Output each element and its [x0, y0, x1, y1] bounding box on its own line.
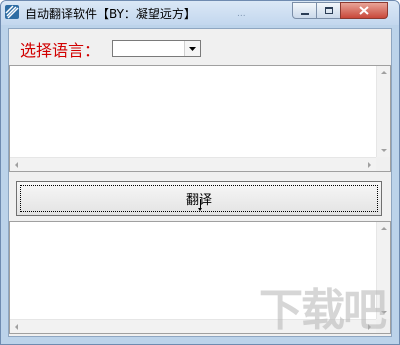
title-faint-text: ...: [237, 9, 246, 19]
scroll-right-icon[interactable]: [368, 162, 371, 168]
source-text-input[interactable]: [9, 65, 391, 172]
source-vertical-scrollbar[interactable]: [376, 66, 390, 157]
translate-button[interactable]: 翻译: [16, 181, 382, 216]
minimize-icon: [300, 12, 309, 15]
app-icon: [5, 5, 19, 19]
maximize-icon: [324, 7, 333, 14]
source-horizontal-scrollbar[interactable]: [10, 157, 376, 171]
scroll-left-icon[interactable]: [15, 324, 18, 330]
chevron-down-icon: [189, 46, 196, 51]
scroll-left-icon[interactable]: [15, 162, 18, 168]
language-select[interactable]: [112, 40, 201, 57]
scroll-up-icon[interactable]: [381, 227, 387, 230]
minimize-button[interactable]: [292, 2, 317, 19]
maximize-button[interactable]: [316, 2, 341, 19]
language-label: 选择语言：: [20, 41, 101, 60]
close-icon: [359, 6, 369, 15]
mouse-cursor-icon: [198, 199, 202, 211]
scrollbar-corner: [376, 157, 390, 171]
close-button[interactable]: [340, 2, 388, 19]
window-title: 自动翻译软件【BY：凝望远方】: [25, 7, 196, 21]
translate-button-label: 翻译: [185, 193, 212, 208]
scroll-up-icon[interactable]: [381, 71, 387, 74]
language-dropdown-button[interactable]: [184, 41, 200, 56]
title-bar[interactable]: 自动翻译软件【BY：凝望远方】 ...: [1, 1, 399, 25]
scroll-down-icon[interactable]: [381, 149, 387, 152]
watermark: 下载吧: [259, 285, 387, 336]
